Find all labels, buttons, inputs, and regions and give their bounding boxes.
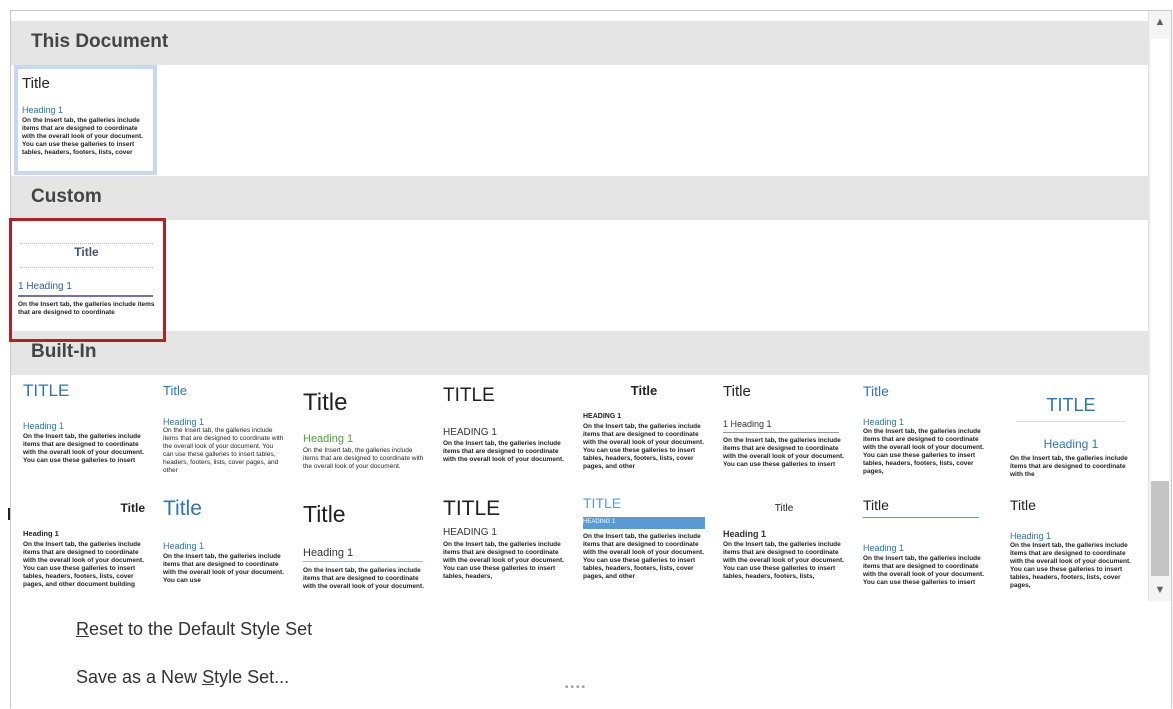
thumb-rule: [1016, 421, 1126, 422]
style-thumb-builtin[interactable]: Title Heading 1 On the Insert tab, the g…: [1006, 491, 1136, 591]
thumb-body: On the Insert tab, the galleries include…: [23, 541, 144, 588]
edge-marker: [8, 508, 10, 520]
style-thumb-builtin[interactable]: TITLE HEADING 1 On the Insert tab, the g…: [579, 491, 709, 591]
thumb-heading: Heading 1: [303, 433, 354, 445]
style-thumb-builtin[interactable]: Title 1 Heading 1 On the Insert tab, the…: [719, 377, 849, 477]
thumb-rule: [723, 432, 839, 433]
thumb-body: On the Insert tab, the galleries include…: [22, 117, 143, 156]
thumb-rule: [863, 517, 979, 518]
thumb-body: On the Insert tab, the galleries include…: [23, 433, 144, 464]
thumb-heading: Heading 1: [1043, 437, 1099, 451]
scroll-up-arrow-icon[interactable]: ▲: [1149, 11, 1171, 33]
style-set-gallery: This Document Title Heading 1 On the Ins…: [11, 11, 1149, 601]
thumb-body: On the Insert tab, the galleries include…: [863, 555, 984, 586]
thumb-heading: Heading 1: [23, 421, 65, 431]
menu-item-accelerator: R: [76, 619, 89, 639]
thumb-title: Title: [723, 383, 751, 400]
thumb-title: Title: [163, 383, 188, 398]
thumb-title: Title: [774, 503, 794, 514]
thumb-title: TITLE: [583, 495, 622, 511]
thumb-rule: [303, 561, 423, 562]
thumb-body: On the Insert tab, the galleries include…: [303, 567, 424, 590]
highlight-annotation-box: [9, 218, 166, 342]
style-thumb-builtin[interactable]: Title Heading 1 On the Insert tab, the g…: [159, 377, 289, 477]
style-thumb-builtin[interactable]: TITLE HEADING 1 On the Insert tab, the g…: [439, 377, 569, 477]
style-thumb-builtin[interactable]: Title Heading 1 On the Insert tab, the g…: [859, 377, 989, 477]
thumb-title: Title: [863, 383, 889, 399]
thumb-title: TITLE: [23, 381, 70, 400]
menu-item-label-post: eset to the Default Style Set: [89, 619, 313, 639]
save-new-style-set-menu-item[interactable]: Save as a New Style Set...: [76, 667, 289, 688]
reset-style-set-menu-item[interactable]: Reset to the Default Style Set: [76, 619, 312, 640]
thumb-body: On the Insert tab, the galleries include…: [443, 440, 564, 463]
thumb-title: TITLE: [443, 497, 501, 520]
thumb-heading: 1 Heading 1: [723, 419, 772, 429]
thumb-title: Title: [303, 389, 348, 416]
style-set-dropdown-panel: This Document Title Heading 1 On the Ins…: [10, 10, 1172, 708]
style-thumb-builtin[interactable]: Title Heading 1 On the Insert tab, the g…: [299, 491, 429, 591]
thumb-heading: HEADING 1: [583, 413, 622, 420]
thumb-body: On the Insert tab, the galleries include…: [863, 428, 984, 475]
thumb-heading: Heading 1: [863, 543, 905, 553]
style-thumb-builtin[interactable]: TITLE Heading 1 On the Insert tab, the g…: [1006, 377, 1136, 477]
section-header-built-in: Built-In: [11, 331, 1149, 375]
thumb-heading: Heading 1: [163, 417, 205, 427]
style-thumb-builtin[interactable]: Title Heading 1 On the Insert tab, the g…: [859, 491, 989, 591]
thumb-heading: Heading 1: [22, 105, 64, 115]
thumb-title: Title: [303, 501, 346, 527]
scrollbar-thumb[interactable]: [1151, 481, 1169, 576]
thumb-body: On the Insert tab, the galleries include…: [723, 437, 844, 468]
style-thumb-builtin[interactable]: TITLE HEADING 1 On the Insert tab, the g…: [439, 491, 569, 591]
thumb-title: Title: [863, 497, 889, 513]
style-thumb-builtin[interactable]: Title Heading 1 On the Insert tab, the g…: [19, 491, 149, 591]
thumb-body: On the Insert tab, the galleries include…: [1010, 455, 1128, 477]
style-thumb-this-document[interactable]: Title Heading 1 On the Insert tab, the g…: [14, 65, 157, 175]
thumb-heading: Heading 1: [863, 417, 905, 427]
thumb-heading: HEADING 1: [443, 527, 497, 538]
thumb-heading: Heading 1: [303, 547, 354, 559]
thumb-heading: Heading 1: [163, 541, 205, 551]
menu-item-label-pre: Save as a New: [76, 667, 203, 687]
menu-item-accelerator: S: [202, 667, 215, 687]
style-thumb-builtin[interactable]: Title Heading 1 On the Insert tab, the g…: [159, 491, 289, 591]
gallery-scrollbar[interactable]: ▲ ▼: [1148, 11, 1171, 601]
thumb-body: On the Insert tab, the galleries include…: [583, 423, 704, 470]
thumb-heading: HEADING 1: [583, 519, 616, 525]
thumb-title: Title: [1010, 497, 1036, 513]
section-label: Built-In: [31, 341, 97, 362]
thumb-title: Title: [22, 75, 50, 92]
thumb-title: TITLE: [443, 385, 495, 406]
thumb-heading: Heading 1: [723, 529, 767, 539]
section-label: Custom: [31, 186, 102, 207]
style-thumb-builtin[interactable]: TITLE Heading 1 On the Insert tab, the g…: [19, 377, 149, 477]
thumb-body: On the Insert tab, the galleries include…: [303, 447, 424, 470]
section-header-custom: Custom: [11, 176, 1149, 220]
thumb-body: On the Insert tab, the galleries include…: [163, 427, 284, 474]
thumb-title: TITLE: [1046, 395, 1096, 415]
resize-grip-icon[interactable]: ••••: [565, 682, 587, 693]
thumb-heading: Heading 1: [1010, 531, 1052, 541]
thumb-body: On the Insert tab, the galleries include…: [163, 553, 284, 584]
thumb-body: On the Insert tab, the galleries include…: [443, 541, 564, 580]
scroll-down-arrow-icon[interactable]: ▼: [1149, 579, 1171, 601]
thumb-body: On the Insert tab, the galleries include…: [583, 533, 704, 580]
thumb-body: On the Insert tab, the galleries include…: [723, 541, 844, 580]
thumb-body: On the Insert tab, the galleries include…: [1010, 542, 1131, 589]
thumb-heading: HEADING 1: [443, 427, 497, 438]
style-thumb-builtin[interactable]: Title HEADING 1 On the Insert tab, the g…: [579, 377, 709, 477]
thumb-title: Title: [163, 497, 202, 520]
style-thumb-builtin[interactable]: Title Heading 1 On the Insert tab, the g…: [719, 491, 849, 591]
style-thumb-builtin[interactable]: Title Heading 1 On the Insert tab, the g…: [299, 377, 429, 477]
thumb-title: Title: [120, 501, 145, 515]
section-label: This Document: [31, 31, 169, 52]
section-header-this-document: This Document: [11, 21, 1149, 65]
menu-item-label-post: tyle Set...: [214, 667, 290, 687]
thumb-heading: Heading 1: [23, 529, 59, 538]
thumb-title: Title: [630, 383, 658, 398]
